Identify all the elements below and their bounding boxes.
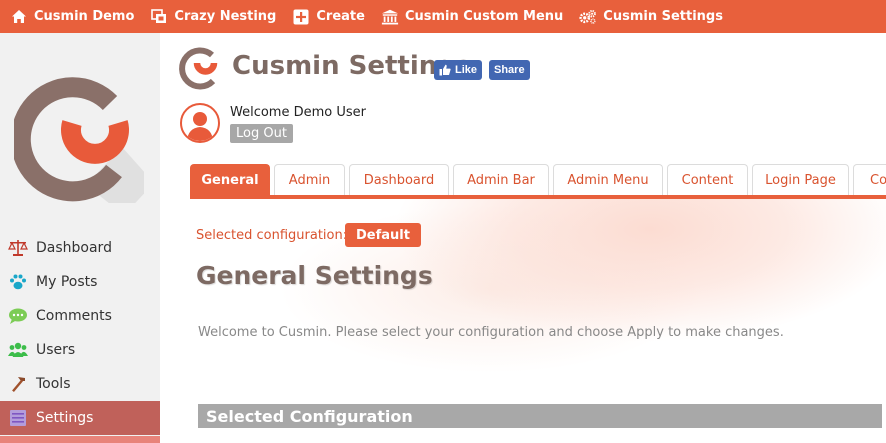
welcome-text: Welcome Demo User xyxy=(230,105,366,120)
topbar-cusmin-custom-menu[interactable]: Cusmin Custom Menu xyxy=(373,0,571,33)
cusmin-logo xyxy=(10,63,154,215)
topbar-cusmin-demo[interactable]: Cusmin Demo xyxy=(0,0,142,33)
sidebar-item-label: Tools xyxy=(36,376,71,392)
sidebar-item-tools[interactable]: Tools xyxy=(0,367,160,401)
section-title: General Settings xyxy=(196,261,433,290)
topbar-label: Cusmin Settings xyxy=(603,9,723,24)
topbar-label: Create xyxy=(316,9,365,24)
nesting-icon xyxy=(150,8,168,26)
hammer-icon xyxy=(8,374,28,394)
bank-icon xyxy=(381,8,399,26)
settings-tabs: General Admin Dashboard Admin Bar Admin … xyxy=(190,164,886,196)
sidebar-item-comments[interactable]: Comments xyxy=(0,299,160,333)
like-label: Like xyxy=(455,64,478,76)
sidebar-item-label: Comments xyxy=(36,308,112,324)
list-icon xyxy=(8,408,28,428)
tab-admin[interactable]: Admin xyxy=(274,164,345,196)
log-out-button[interactable]: Log Out xyxy=(230,124,293,143)
admin-top-bar: Cusmin Demo Crazy Nesting Create Cusmin … xyxy=(0,0,886,33)
facebook-share-button[interactable]: Share xyxy=(489,60,530,80)
tab-content[interactable]: Content xyxy=(667,164,748,196)
tab-general[interactable]: General xyxy=(190,164,270,196)
sidebar-item-label: Dashboard xyxy=(36,240,112,256)
topbar-crazy-nesting[interactable]: Crazy Nesting xyxy=(142,0,284,33)
admin-sidebar: Dashboard My Posts Comments Users Tools xyxy=(0,33,160,443)
tab-dashboard[interactable]: Dashboard xyxy=(349,164,449,196)
topbar-cusmin-settings[interactable]: Cusmin Settings xyxy=(571,0,731,33)
selected-configuration-button[interactable]: Default xyxy=(345,223,421,247)
plus-icon xyxy=(292,8,310,26)
sidebar-item-users[interactable]: Users xyxy=(0,333,160,367)
paw-icon xyxy=(8,272,28,292)
intro-text: Welcome to Cusmin. Please select your co… xyxy=(198,325,784,340)
sidebar-menu: Dashboard My Posts Comments Users Tools xyxy=(0,231,160,435)
user-avatar xyxy=(180,103,220,143)
selected-configuration-header: Selected Configuration xyxy=(198,404,882,428)
thumbs-up-icon xyxy=(439,64,451,76)
sidebar-item-my-posts[interactable]: My Posts xyxy=(0,265,160,299)
share-label: Share xyxy=(494,64,525,76)
main-content: Cusmin Settings Like Share Welcome Demo … xyxy=(160,33,886,443)
cusmin-header-logo xyxy=(178,45,222,91)
topbar-label: Cusmin Demo xyxy=(34,9,135,24)
selected-configuration-label: Selected configuration: xyxy=(196,228,348,243)
sidebar-item-settings[interactable]: Settings xyxy=(0,401,160,435)
scales-icon xyxy=(8,238,28,258)
sidebar-item-label: My Posts xyxy=(36,274,98,290)
speech-bubble-icon xyxy=(8,306,28,326)
tab-col[interactable]: Col xyxy=(853,164,886,196)
users-icon xyxy=(8,340,28,360)
tab-login-page[interactable]: Login Page xyxy=(752,164,849,196)
sidebar-active-edge xyxy=(0,436,160,443)
tab-admin-menu[interactable]: Admin Menu xyxy=(553,164,663,196)
facebook-like-button[interactable]: Like xyxy=(434,60,483,80)
topbar-label: Cusmin Custom Menu xyxy=(404,9,564,24)
tab-admin-bar[interactable]: Admin Bar xyxy=(453,164,549,196)
tab-underline xyxy=(190,195,886,199)
home-icon xyxy=(10,8,28,26)
sidebar-item-dashboard[interactable]: Dashboard xyxy=(0,231,160,265)
gears-icon xyxy=(579,8,597,26)
topbar-label: Crazy Nesting xyxy=(174,9,277,24)
sidebar-item-label: Settings xyxy=(36,410,94,426)
sidebar-item-label: Users xyxy=(36,342,76,358)
topbar-create[interactable]: Create xyxy=(284,0,373,33)
